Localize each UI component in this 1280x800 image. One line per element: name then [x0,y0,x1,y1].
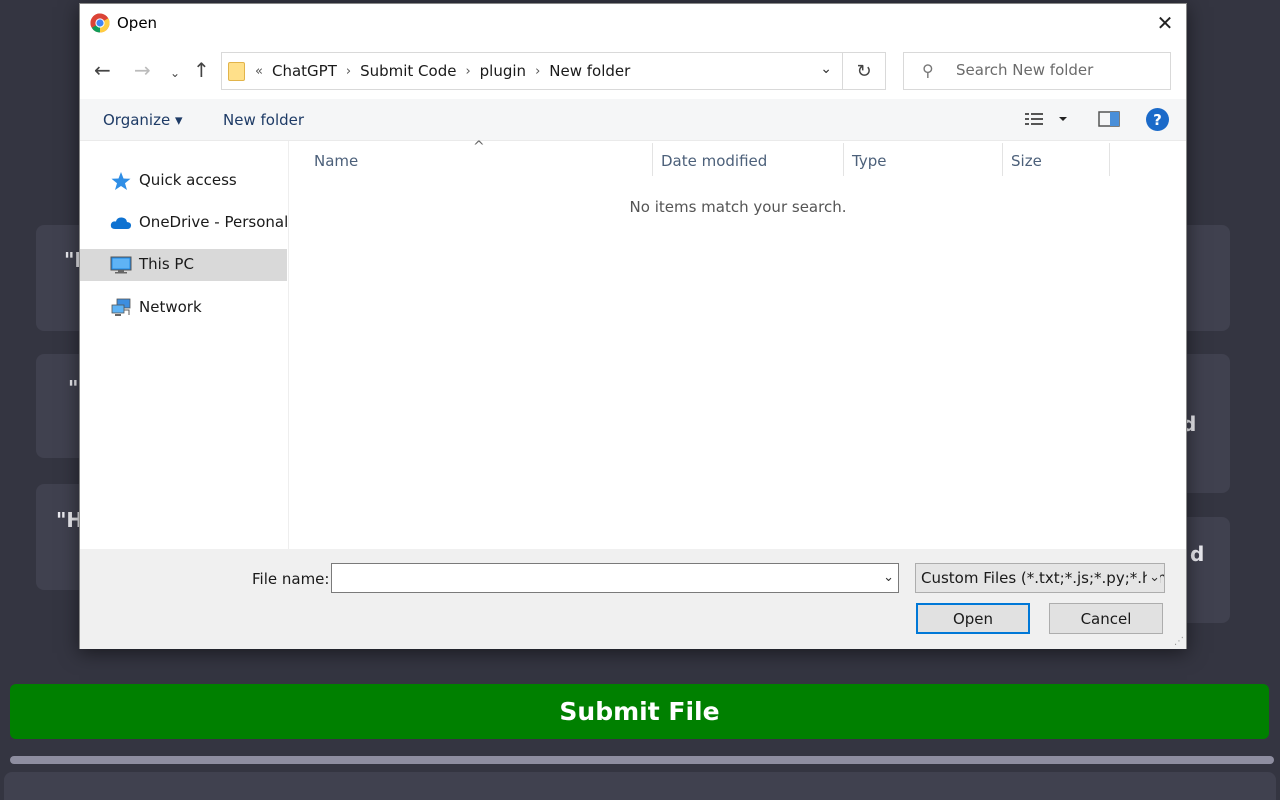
breadcrumb-overflow[interactable]: « [252,64,266,79]
address-dropdown-button[interactable]: ⌄ [820,61,832,77]
file-type-filter[interactable]: Custom Files (*.txt;*.js;*.py;*.html;*.c… [915,563,1165,593]
dialog-titlebar[interactable]: Open ✕ [80,4,1186,42]
prompt-card-2-text: " [68,376,79,400]
folder-icon [228,62,245,81]
dialog-title: Open [117,14,158,32]
file-name-input[interactable] [336,569,866,586]
column-divider[interactable] [1002,143,1003,176]
search-box[interactable]: ⚲ [903,52,1171,90]
address-bar[interactable]: « ChatGPT › Submit Code › plugin › New f… [221,52,843,90]
column-header-size[interactable]: Size [1011,141,1042,176]
arrow-right-icon: → [134,58,151,82]
search-input[interactable] [956,61,1156,79]
navigation-bar: ← → ⌄ ↑ « ChatGPT › Submit Code › plugin… [80,52,1186,92]
chrome-icon [90,13,110,33]
up-button[interactable]: ↑ [193,60,210,80]
sidebar-item-label: Network [139,298,202,316]
resize-grip-icon[interactable]: ⋰ [1174,636,1184,647]
cancel-button[interactable]: Cancel [1049,603,1163,634]
breadcrumb-plugin[interactable]: plugin [474,62,532,80]
chevron-right-icon: › [535,63,541,79]
breadcrumb-chatgpt[interactable]: ChatGPT [266,62,343,80]
back-button[interactable]: ← [94,60,111,80]
sidebar-item-label: This PC [139,255,194,273]
bottom-panel [4,772,1276,800]
recent-locations-button[interactable]: ⌄ [170,63,180,83]
dialog-footer: File name: ⌄ Custom Files (*.txt;*.js;*.… [80,549,1186,649]
open-file-dialog: Open ✕ ← → ⌄ ↑ « ChatGPT › Submit Code ›… [79,3,1187,649]
cloud-icon [110,217,132,229]
list-view-icon [1025,113,1067,125]
sidebar-item-label: Quick access [139,171,237,189]
sidebar-item-this-pc[interactable]: This PC [80,249,287,281]
sidebar-item-quick-access[interactable]: Quick access [80,165,287,197]
help-button[interactable]: ? [1146,108,1169,131]
close-icon: ✕ [1156,11,1174,35]
new-folder-button[interactable]: New folder [223,111,304,129]
column-header-date-modified[interactable]: Date modified [661,141,767,176]
help-icon: ? [1153,110,1162,129]
search-icon: ⚲ [922,61,934,80]
sidebar-item-onedrive[interactable]: OneDrive - Personal [80,207,289,239]
arrow-up-icon: ↑ [193,58,210,82]
column-divider[interactable] [843,143,844,176]
column-header-name[interactable]: Name [314,141,358,176]
chevron-right-icon: › [345,63,352,79]
star-icon [111,172,131,190]
column-divider[interactable] [1109,143,1110,176]
preview-pane-button[interactable] [1098,109,1120,133]
sort-ascending-icon: ^ [473,139,485,155]
arrow-left-icon: ← [94,58,111,82]
file-type-filter-value: Custom Files (*.txt;*.js;*.py;*.html;*.c… [921,569,1164,587]
empty-state-message: No items match your search. [629,198,847,216]
computer-icon [110,256,132,274]
file-name-field[interactable]: ⌄ [331,563,899,593]
submit-file-button[interactable]: Submit File [10,684,1269,739]
command-bar: Organize ▾ New folder ? [80,99,1186,141]
prompt-card-6-text: d [1190,542,1205,566]
column-divider[interactable] [652,143,653,176]
breadcrumb: « ChatGPT › Submit Code › plugin › New f… [252,62,636,80]
file-list[interactable]: ^ Name Date modified Type Size No items … [290,139,1186,549]
organize-menu[interactable]: Organize ▾ [103,111,183,129]
chevron-down-icon[interactable]: ⌄ [883,570,894,585]
chevron-right-icon: › [465,63,471,79]
open-button[interactable]: Open [916,603,1030,634]
refresh-button[interactable]: ↻ [843,52,886,90]
breadcrumb-submit-code[interactable]: Submit Code [354,62,462,80]
navigation-pane: Quick access OneDrive - Personal This PC [80,141,289,549]
sidebar-item-network[interactable]: Network [80,292,287,324]
progress-bar [10,756,1274,764]
file-name-label: File name: [252,570,330,588]
refresh-icon: ↻ [856,60,872,82]
close-button[interactable]: ✕ [1144,4,1186,42]
forward-button[interactable]: → [134,60,151,80]
chevron-down-icon: ⌄ [1147,570,1160,585]
column-header-type[interactable]: Type [852,141,886,176]
preview-pane-icon [1098,111,1120,127]
network-icon [111,298,131,316]
view-options-button[interactable] [1023,109,1067,133]
breadcrumb-new-folder[interactable]: New folder [543,62,636,80]
chevron-down-icon: ⌄ [170,66,181,80]
sidebar-item-label: OneDrive - Personal [139,213,289,231]
